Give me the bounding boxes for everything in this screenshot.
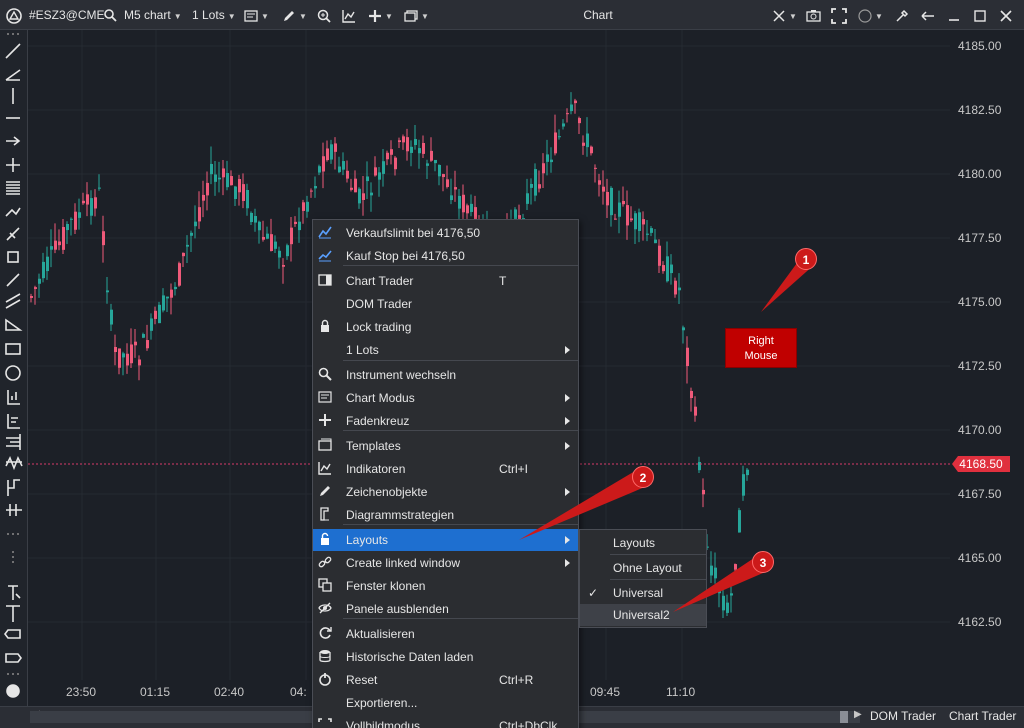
callout-line-2: Mouse: [744, 350, 778, 362]
chart-window: #ESZ3@CME M5 chart ▼ 1 Lots ▼ ▼ ▼ ▼ ▼ Char…: [0, 0, 1024, 728]
callout-line-1: Right: [748, 335, 774, 347]
badge-3: 3: [752, 551, 774, 573]
badge-1: 1: [795, 248, 817, 270]
right-mouse-callout: Right Mouse: [725, 328, 797, 368]
annotation-arrows: [519, 263, 815, 612]
arrow-1: [761, 263, 815, 312]
badge-2: 2: [632, 466, 654, 488]
